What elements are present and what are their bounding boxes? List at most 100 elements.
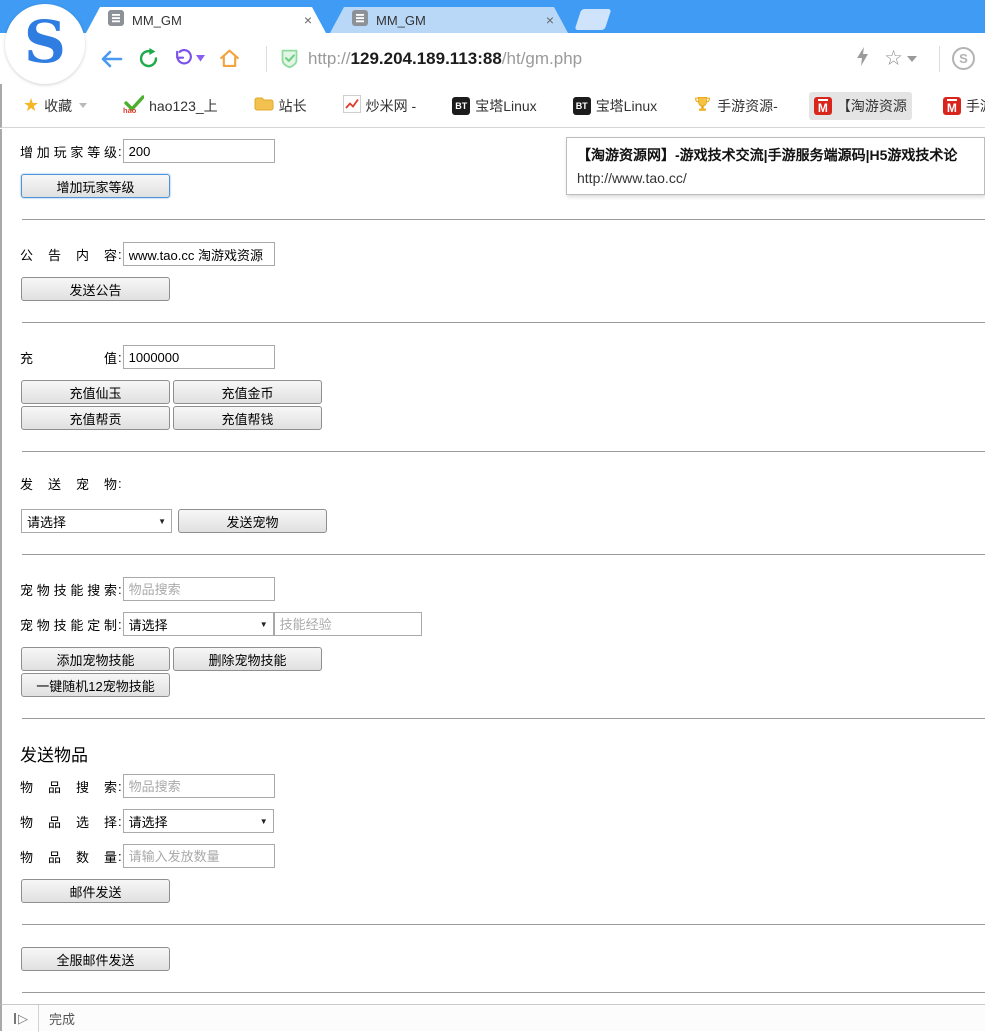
section-divider [22,718,985,719]
chevron-down-icon[interactable] [907,56,917,62]
close-icon[interactable]: × [542,12,558,28]
item-qty-label: 物品数量 [20,847,117,866]
bookmarks-bar: ★ 收藏 hao hao123_上 站长 炒米网 - BT 宝塔Linux BT… [0,84,985,128]
pet-skill-search-input[interactable] [123,577,275,601]
bookmark-shouyou-ziyuan[interactable]: 手游资源- [688,91,783,121]
bookmark-hao123[interactable]: hao hao123_上 [118,91,223,121]
recharge-bangqian-button[interactable]: 充值帮钱 [173,406,322,430]
m-site-icon: M [814,97,832,115]
section-divider [22,554,985,555]
item-qty-input[interactable] [123,844,275,868]
address-bar[interactable]: http://129.204.189.113:88/ht/gm.php [308,49,582,69]
bookmark-bt-linux-1[interactable]: BT 宝塔Linux [447,92,541,120]
bookmark-favorites[interactable]: ★ 收藏 [18,91,92,120]
recharge-xianyu-button[interactable]: 充值仙玉 [21,380,170,404]
browser-toolbar: http://129.204.189.113:88/ht/gm.php ☆ S [0,33,985,84]
back-icon[interactable] [100,50,124,68]
toolbar-divider [266,46,267,72]
chevron-down-icon [79,103,87,108]
tooltip-title: 【淘游资源网】-游戏技术交流|手游服务端源码|H5游戏技术论 [577,145,984,165]
level-label: 增加玩家等级 [20,142,117,161]
page-favicon-icon [352,10,368,31]
section-divider [22,451,985,452]
play-icon[interactable]: ▷ [14,1012,28,1025]
m-site-icon: M [943,97,961,115]
section-divider [22,992,985,993]
random-12-pet-skill-button[interactable]: 一键随机12宠物技能 [21,673,170,697]
recharge-label: 充值 [20,348,117,367]
send-notice-button[interactable]: 发送公告 [21,277,170,301]
select-arrow-icon: ▼ [260,817,268,826]
mail-send-button[interactable]: 邮件发送 [21,879,170,903]
reload-icon[interactable] [138,48,159,69]
url-host: 129.204.189.113:88 [351,49,502,68]
level-input[interactable] [123,139,275,163]
toolbar-divider [939,46,940,72]
url-scheme: http:// [308,49,351,68]
add-level-button[interactable]: 增加玩家等级 [21,174,170,198]
item-qty-row: 物品数量: [20,844,985,868]
notice-label: 公告内容 [20,245,117,264]
url-path: /ht/gm.php [502,49,582,68]
all-server-mail-button[interactable]: 全服邮件发送 [21,947,170,971]
item-search-input[interactable] [123,774,275,798]
send-pet-button[interactable]: 发送宠物 [178,509,327,533]
bookmark-chaomiwang[interactable]: 炒米网 - [338,91,422,120]
favorite-star-icon[interactable]: ☆ [884,46,903,71]
bookmark-tooltip: 【淘游资源网】-游戏技术交流|手游服务端源码|H5游戏技术论 http://ww… [566,137,985,195]
tab-mm-gm-active[interactable]: MM_GM × [86,7,326,33]
chart-icon [343,95,361,116]
sogou-account-icon[interactable]: S [952,47,975,70]
notice-row: 公告内容: [20,242,985,266]
star-icon: ★ [23,95,39,116]
item-search-row: 物品搜索: [20,774,985,798]
delete-pet-skill-button[interactable]: 删除宠物技能 [173,647,322,671]
bt-panel-icon: BT [452,97,470,115]
pet-skill-select[interactable]: 请选择 ▼ [123,612,274,636]
pet-skill-search-label: 宠物技能搜索 [20,580,117,599]
bt-panel-icon: BT [573,97,591,115]
recharge-banggong-button[interactable]: 充值帮贡 [21,406,170,430]
bookmark-taoyou-ziyuan[interactable]: M 【淘游资源 [809,92,912,120]
pet-skill-custom-label: 宠物技能定制 [20,615,117,634]
tab-strip: MM_GM × MM_GM × [0,0,985,33]
section-divider [22,322,985,323]
status-divider [38,1005,39,1032]
new-tab-button[interactable] [575,9,612,30]
skill-exp-input[interactable] [274,612,422,636]
add-pet-skill-button[interactable]: 添加宠物技能 [21,647,170,671]
recharge-input[interactable] [123,345,275,369]
undo-dropdown-icon[interactable] [173,49,205,68]
notice-input[interactable] [123,242,275,266]
tab-title: MM_GM [376,13,534,28]
pet-controls-row: 请选择 ▼ 发送宠物 [21,509,985,533]
recharge-row: 充值: [20,345,985,369]
send-item-heading: 发送物品 [20,741,985,766]
pet-skill-search-row: 宠物技能搜索: [20,577,985,601]
bookmark-bt-linux-2[interactable]: BT 宝塔Linux [568,92,662,120]
page-favicon-icon [108,10,124,31]
item-select[interactable]: 请选择 ▼ [123,809,274,833]
pet-label: 发送宠物 [20,474,117,493]
home-icon[interactable] [219,48,240,69]
select-arrow-icon: ▼ [260,620,268,629]
tab-title: MM_GM [132,13,292,28]
folder-icon [254,96,274,115]
select-arrow-icon: ▼ [158,517,166,526]
bookmark-shouyou-jishu[interactable]: M 手游技术交 [938,92,985,120]
toolbar-right-group: ☆ S [855,46,985,72]
svg-text:hao: hao [123,106,137,114]
tab-mm-gm-inactive[interactable]: MM_GM × [330,7,568,33]
lightning-icon[interactable] [855,46,870,72]
security-shield-icon[interactable] [279,48,300,69]
item-select-label: 物品选择 [20,812,117,831]
bookmark-zhanzhang[interactable]: 站长 [249,92,312,120]
section-divider [22,219,985,220]
recharge-jinbi-button[interactable]: 充值金币 [173,380,322,404]
pet-select[interactable]: 请选择 ▼ [21,509,172,533]
status-text: 完成 [49,1009,75,1028]
sogou-logo[interactable]: S [5,4,85,84]
close-icon[interactable]: × [300,12,316,28]
tooltip-url: http://www.tao.cc/ [577,170,984,186]
section-divider [22,924,985,925]
